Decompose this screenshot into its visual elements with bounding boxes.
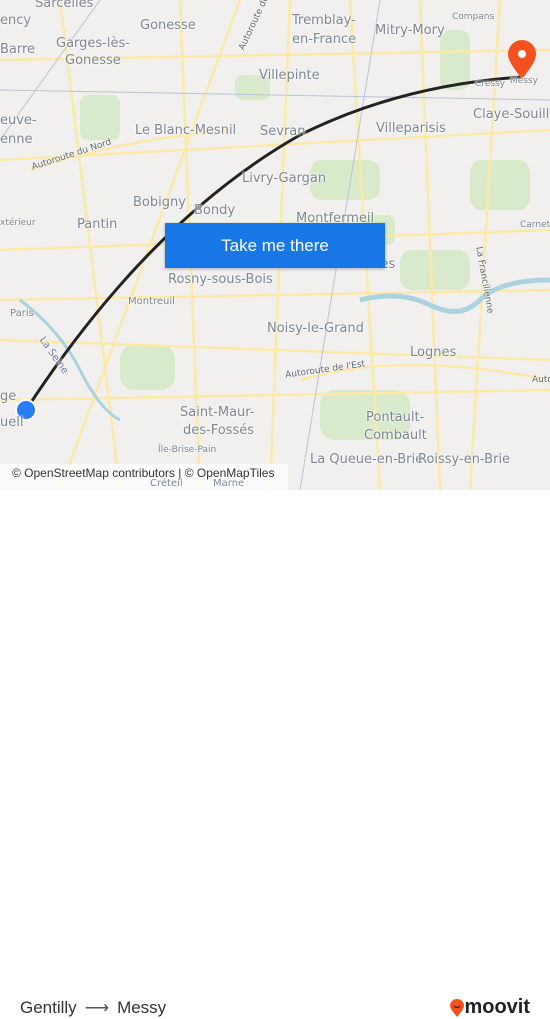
map-label: Noisy-le-Grand <box>267 321 364 336</box>
map-label: Île-Brise-Pain <box>158 445 217 455</box>
map-label: euve- <box>0 113 37 128</box>
destination-name: Messy <box>117 998 167 1017</box>
map-label: xtérieur <box>0 218 36 228</box>
map-label: des-Fossés <box>183 423 254 438</box>
map-label: Claye-Souilly <box>473 107 550 122</box>
map-label: en-France <box>292 32 357 47</box>
footer: Gentilly ⟶ Messy moovit <box>0 490 550 1018</box>
moovit-pin-icon <box>450 998 465 1017</box>
arrow-right-icon: ⟶ <box>84 998 110 1017</box>
map-label: Bobigny <box>133 195 186 210</box>
destination-pin-icon <box>508 40 536 79</box>
take-me-there-button[interactable]: Take me there <box>165 223 385 268</box>
map-label: Pontault- <box>366 410 425 425</box>
map-label: ency <box>0 13 32 28</box>
map-label: Mitry-Mory <box>375 23 445 38</box>
road-label: Auto <box>532 375 550 385</box>
map-label: Gonesse <box>140 18 196 33</box>
map-label: Livry-Gargan <box>242 171 327 186</box>
moovit-logo[interactable]: moovit <box>450 996 530 1019</box>
map-label: uell <box>0 415 24 430</box>
map-label: Montreuil <box>128 296 175 307</box>
map-label: Bondy <box>194 203 236 218</box>
map-label: Cressy <box>475 79 506 89</box>
moovit-wordmark: moovit <box>464 996 530 1018</box>
map-label: Villepinte <box>259 68 320 83</box>
map-label: Créteil <box>150 478 183 489</box>
map-label: ge <box>0 389 17 404</box>
map-label: Sevran <box>260 124 306 139</box>
map-label: Messy <box>510 76 539 86</box>
map-attribution[interactable]: © OpenStreetMap contributors | © OpenMap… <box>0 464 288 490</box>
map-label: Pantin <box>77 217 118 232</box>
map-label: Lognes <box>410 345 457 360</box>
map-label: Carnet <box>520 220 550 230</box>
map-label: Roissy-en-Brie <box>418 452 511 467</box>
map-label: Sarcelles <box>35 0 94 11</box>
map-label: Garges-lès- <box>56 36 130 51</box>
map-label: Marne <box>213 478 245 489</box>
map-label: Paris <box>10 308 34 319</box>
origin-name: Gentilly <box>20 998 77 1017</box>
map-label: Saint-Maur- <box>180 405 255 420</box>
map-label: Gonesse <box>65 53 121 68</box>
map-label: Villeparisis <box>376 121 446 136</box>
map[interactable]: Sarcelles Gonesse Tremblay- en-France Mi… <box>0 0 550 490</box>
map-label: Tremblay- <box>292 13 356 28</box>
map-label: La Queue-en-Brie <box>310 452 424 467</box>
map-label: Compans <box>452 12 495 22</box>
route-summary: Gentilly ⟶ Messy <box>20 998 166 1018</box>
map-label: Combault <box>364 428 427 443</box>
map-label: Barre <box>0 42 36 57</box>
map-label: Rosny-sous-Bois <box>168 272 273 287</box>
map-label: Le Blanc-Mesnil <box>135 123 237 138</box>
map-label: enne <box>0 132 33 147</box>
